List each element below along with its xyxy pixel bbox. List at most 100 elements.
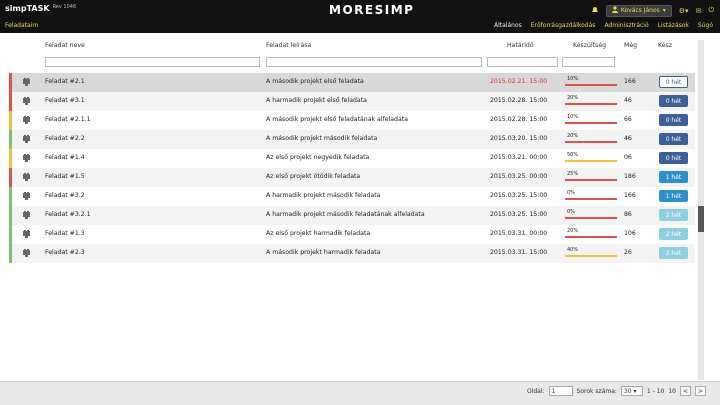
nav-item-sugo[interactable]: Súgó [698, 21, 713, 30]
progress-text: 10% [567, 76, 579, 82]
table-row[interactable]: Feladat #3.2 A harmadik projekt második f… [9, 187, 695, 206]
table-row[interactable]: Feladat #2.2 A második projekt második fe… [9, 130, 695, 149]
task-icon [23, 192, 30, 200]
progress-text: 25% [567, 171, 579, 177]
progress-bar [565, 103, 617, 105]
done-badge[interactable]: 0 hét [659, 114, 688, 126]
task-name: Feladat #1.4 [45, 154, 85, 161]
app-rev: Rev 1046 [52, 4, 77, 10]
col-header-done[interactable]: Kész [658, 42, 672, 49]
task-icon [23, 211, 30, 219]
progress-cell: 10% [565, 76, 617, 89]
progress-cell: 10% [565, 114, 617, 127]
done-badge[interactable]: 0 hét [659, 133, 688, 145]
progress-cell: 0% [565, 209, 617, 222]
filter-progress-input[interactable] [562, 57, 615, 67]
table-row[interactable]: Feladat #1.5 Az első projekt ötödik felad… [9, 168, 695, 187]
filter-name-input[interactable] [45, 57, 260, 67]
task-name: Feladat #1.5 [45, 173, 85, 180]
task-remaining: 26 [624, 249, 632, 256]
mail-icon[interactable]: ✉ [696, 7, 702, 15]
task-deadline: 2015.02.28. 15:00 [490, 116, 548, 123]
col-header-progress[interactable]: Készültség [573, 42, 606, 49]
task-deadline: 2015.03.31. 00:00 [490, 230, 548, 237]
progress-text: 20% [567, 95, 579, 101]
progress-bar [565, 255, 617, 257]
task-icon [23, 249, 30, 257]
progress-bar [565, 141, 617, 143]
scrollbar-thumb[interactable] [698, 206, 704, 232]
table-row[interactable]: Feladat #2.1.1 A második projekt első fel… [9, 111, 695, 130]
task-icon [23, 97, 30, 105]
logout-icon[interactable]: ⏻ [708, 6, 714, 15]
task-desc: A második projekt első feladatának alfel… [266, 116, 408, 123]
nav-bar: Feladataim Általános Erőforrásgazdálkodá… [0, 21, 720, 33]
task-icon [23, 78, 30, 86]
progress-text: 10% [567, 114, 579, 120]
task-deadline: 2015.02.21. 15:00 [490, 78, 548, 85]
task-desc: A második projekt harmadik feladata [266, 249, 381, 256]
table-row[interactable]: Feladat #3.1 A harmadik projekt első fela… [9, 92, 695, 111]
task-deadline: 2015.03.25. 15:00 [490, 211, 548, 218]
col-header-deadline[interactable]: Határidő [507, 42, 534, 49]
done-badge[interactable]: 0 hét [659, 152, 688, 164]
main-menu: Általános Erőforrásgazdálkodás Adminiszt… [494, 21, 713, 30]
task-desc: Az első projekt negyedik feladata [266, 154, 370, 161]
table-row[interactable]: Feladat #1.4 Az első projekt negyedik fel… [9, 149, 695, 168]
task-icon [23, 154, 30, 162]
done-badge[interactable]: 0 hét [659, 95, 688, 107]
done-badge[interactable]: 1 hét [659, 190, 688, 202]
done-badge[interactable]: 2 hét [659, 228, 688, 240]
nav-item-adminisztracio[interactable]: Adminisztráció [604, 21, 648, 30]
progress-cell: 0% [565, 190, 617, 203]
progress-cell: 40% [565, 247, 617, 260]
task-deadline: 2015.02.28. 15:00 [490, 97, 548, 104]
page-label: Oldal: [526, 387, 545, 395]
rows-per-page-select[interactable]: 30 ▾ [620, 386, 643, 396]
done-badge[interactable]: 2 hét [659, 247, 688, 259]
bell-icon[interactable] [591, 6, 599, 16]
nav-my-tasks[interactable]: Feladataim [5, 21, 38, 30]
prev-page-button[interactable]: < [680, 386, 691, 396]
next-page-button[interactable]: > [695, 386, 706, 396]
col-header-name[interactable]: Feladat neve [45, 42, 85, 49]
priority-stripe [9, 244, 12, 263]
filter-desc-input[interactable] [266, 57, 482, 67]
table-row[interactable]: Feladat #2.1 A második projekt első felad… [9, 73, 695, 92]
table-row[interactable]: Feladat #1.3 Az első projekt harmadik fel… [9, 225, 695, 244]
task-icon [23, 173, 30, 181]
priority-stripe [9, 149, 12, 168]
user-menu-button[interactable]: Kovács János ▾ [605, 4, 672, 17]
page-range: 1 - 10 [646, 387, 665, 395]
progress-bar [565, 198, 617, 200]
pager: Oldal: 1 Sorok száma: 30 ▾ 1 - 10 10 < > [527, 386, 706, 396]
nav-item-altalanos[interactable]: Általános [494, 21, 522, 30]
task-desc: A harmadik projekt második feladatának a… [266, 211, 425, 218]
col-header-remaining[interactable]: Még [624, 42, 637, 49]
done-badge[interactable]: 1 hét [659, 171, 688, 183]
done-badge[interactable]: 0 hét [659, 76, 688, 88]
progress-cell: 20% [565, 133, 617, 146]
task-remaining: 186 [624, 173, 636, 180]
table-row[interactable]: Feladat #3.2.1 A harmadik projekt második… [9, 206, 695, 225]
progress-bar [565, 160, 617, 162]
task-name: Feladat #1.3 [45, 230, 85, 237]
rows-label: Sorok száma: [576, 387, 617, 395]
task-remaining: 166 [624, 192, 636, 199]
gear-icon[interactable]: ⚙▾ [679, 7, 689, 15]
progress-bar [565, 217, 617, 219]
filter-deadline-input[interactable] [487, 57, 558, 67]
progress-bar [565, 84, 617, 86]
nav-item-listazasok[interactable]: Listázások [658, 21, 689, 30]
task-remaining: 06 [624, 154, 632, 161]
col-header-desc[interactable]: Feladat leírása [266, 42, 311, 49]
table-row[interactable]: Feladat #2.3 A második projekt harmadik f… [9, 244, 695, 263]
task-remaining: 86 [624, 211, 632, 218]
done-badge[interactable]: 2 hét [659, 209, 688, 221]
nav-item-eroforras[interactable]: Erőforrásgazdálkodás [531, 21, 596, 30]
app-title: simpTASK Rev 1046 [5, 4, 76, 13]
page-input[interactable]: 1 [548, 386, 573, 396]
task-desc: A harmadik projekt második feladata [266, 192, 381, 199]
task-deadline: 2015.03.31. 15:00 [490, 249, 548, 256]
task-icon [23, 135, 30, 143]
